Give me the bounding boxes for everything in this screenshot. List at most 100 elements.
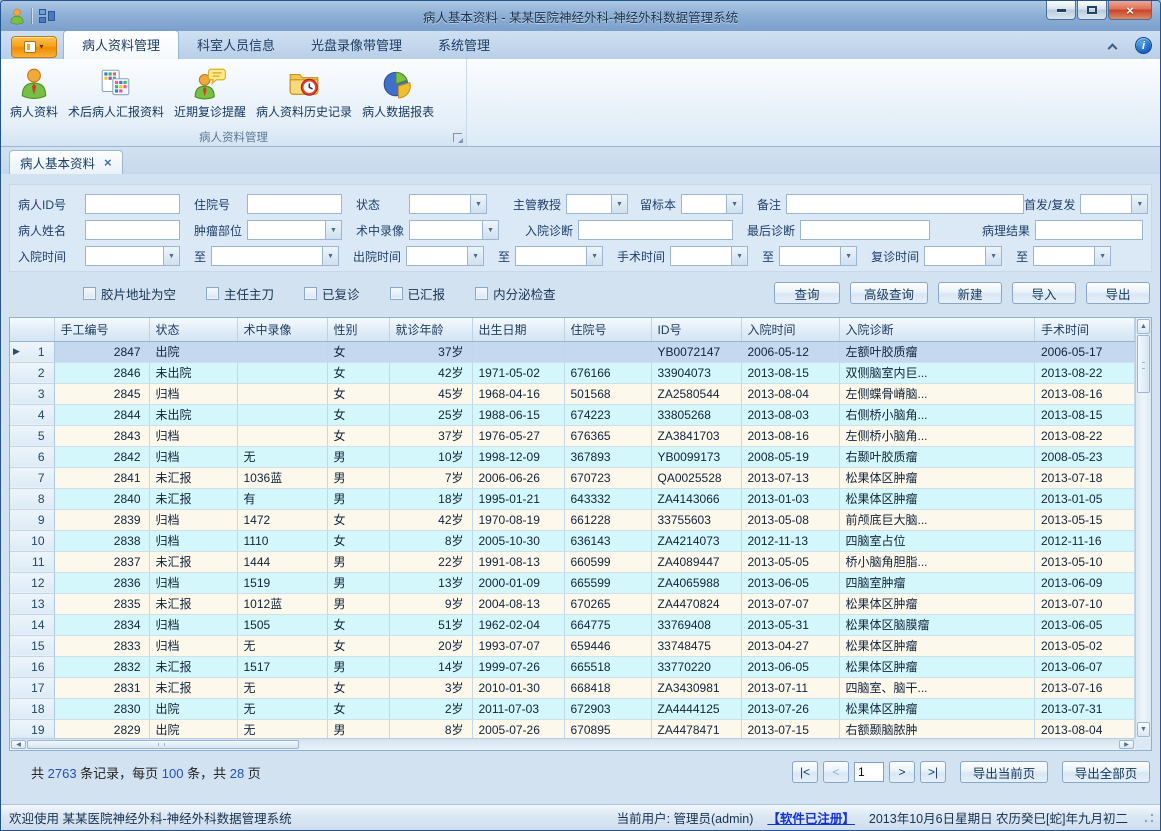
page-prev-button[interactable]: < <box>823 761 849 783</box>
form-input-2-1[interactable] <box>212 247 322 265</box>
ribbon-tab-1[interactable]: 科室人员信息 <box>179 31 293 59</box>
row-indicator[interactable]: 18 <box>10 698 54 719</box>
row-indicator[interactable]: 10 <box>10 530 54 551</box>
row-indicator[interactable]: 19 <box>10 719 54 740</box>
dropdown-arrow-icon[interactable]: ▼ <box>163 247 179 265</box>
ribbon-button-3[interactable]: 病人资料历史记录 <box>251 62 357 123</box>
scroll-up-icon[interactable]: ▲ <box>1137 319 1150 334</box>
form-input-1-0[interactable] <box>86 221 179 239</box>
row-indicator[interactable]: ▶1 <box>10 341 54 362</box>
dropdown-arrow-icon[interactable]: ▼ <box>985 247 1001 265</box>
grid-row-11[interactable]: 112837未汇报1444男22岁1991-08-13660599ZA40894… <box>10 551 1135 572</box>
dropdown-arrow-icon[interactable]: ▼ <box>325 221 341 239</box>
checkbox-icon[interactable] <box>390 287 403 300</box>
row-indicator[interactable]: 16 <box>10 656 54 677</box>
checkbox-icon[interactable] <box>304 287 317 300</box>
row-indicator[interactable]: 11 <box>10 551 54 572</box>
grid-col-header-8[interactable]: ID号 <box>651 318 741 341</box>
grid-row-18[interactable]: 182830出院无女2岁2011-07-03672903ZA4444125201… <box>10 698 1135 719</box>
layout-icon[interactable] <box>39 9 55 23</box>
dropdown-arrow-icon[interactable]: ▼ <box>1094 247 1110 265</box>
form-input-1-2[interactable] <box>410 221 482 239</box>
filter-checkbox-0[interactable]: 胶片地址为空 <box>83 284 176 303</box>
dropdown-arrow-icon[interactable]: ▼ <box>840 247 856 265</box>
collapse-ribbon-button[interactable] <box>1103 42 1121 49</box>
grid-row-16[interactable]: 162832未汇报1517男14岁1999-07-266655183377022… <box>10 656 1135 677</box>
minimize-button[interactable] <box>1046 1 1076 20</box>
grid-row-5[interactable]: 52843归档女37岁1976-05-27676365ZA38417032013… <box>10 425 1135 446</box>
grid-row-8[interactable]: 82840未汇报有男18岁1995-01-21643332ZA414306620… <box>10 488 1135 509</box>
grid-col-header-1[interactable]: 手工编号 <box>54 318 149 341</box>
dropdown-arrow-icon[interactable]: ▼ <box>470 195 486 213</box>
grid-row-15[interactable]: 152833归档无女20岁1993-07-0765944633748475201… <box>10 635 1135 656</box>
form-input-0-6[interactable] <box>1081 195 1131 213</box>
grid-col-header-7[interactable]: 住院号 <box>564 318 651 341</box>
vertical-scroll-thumb[interactable] <box>1137 335 1150 393</box>
form-input-2-2[interactable] <box>407 247 467 265</box>
horizontal-scroll-thumb[interactable] <box>27 740 299 749</box>
row-indicator[interactable]: 4 <box>10 404 54 425</box>
grid-row-6[interactable]: 62842归档无男10岁1998-12-09367893YB0099173200… <box>10 446 1135 467</box>
action-button-2[interactable]: 新建 <box>938 282 1002 304</box>
row-indicator[interactable]: 17 <box>10 677 54 698</box>
form-input-0-1[interactable] <box>248 195 341 213</box>
scroll-down-icon[interactable]: ▼ <box>1137 722 1150 737</box>
checkbox-icon[interactable] <box>475 287 488 300</box>
grid-col-header-6[interactable]: 出生日期 <box>472 318 564 341</box>
maximize-button[interactable] <box>1077 1 1107 20</box>
grid-row-1[interactable]: ▶12847出院女37岁YB00721472006-05-12左额叶胶质瘤200… <box>10 341 1135 362</box>
checkbox-icon[interactable] <box>206 287 219 300</box>
export-all-pages-button[interactable]: 导出全部页 <box>1062 761 1150 783</box>
filter-checkbox-4[interactable]: 内分泌检查 <box>475 284 556 303</box>
action-button-3[interactable]: 导入 <box>1012 282 1076 304</box>
grid-row-13[interactable]: 132835未汇报1012蓝男9岁2004-08-13670265ZA44708… <box>10 593 1135 614</box>
action-button-1[interactable]: 高级查询 <box>850 282 928 304</box>
checkbox-icon[interactable] <box>83 287 96 300</box>
grid-row-7[interactable]: 72841未汇报1036蓝男7岁2006-06-26670723QA002552… <box>10 467 1135 488</box>
form-input-1-5[interactable] <box>1036 221 1142 239</box>
page-number-input[interactable] <box>854 762 884 782</box>
scroll-right-icon[interactable]: ▶ <box>1119 740 1134 749</box>
dropdown-arrow-icon[interactable]: ▼ <box>467 247 483 265</box>
grid-col-header-5[interactable]: 就诊年龄 <box>389 318 472 341</box>
resize-grip[interactable] <box>1144 813 1154 823</box>
form-input-2-6[interactable] <box>925 247 985 265</box>
row-indicator[interactable]: 12 <box>10 572 54 593</box>
grid-row-10[interactable]: 102838归档1110女8岁2005-10-30636143ZA4214073… <box>10 530 1135 551</box>
dropdown-arrow-icon[interactable]: ▼ <box>611 195 627 213</box>
export-current-page-button[interactable]: 导出当前页 <box>960 761 1048 783</box>
grid-col-header-0[interactable] <box>10 318 54 341</box>
form-input-0-0[interactable] <box>86 195 179 213</box>
row-indicator[interactable]: 6 <box>10 446 54 467</box>
dropdown-arrow-icon[interactable]: ▼ <box>1131 195 1147 213</box>
row-indicator[interactable]: 9 <box>10 509 54 530</box>
form-input-1-1[interactable] <box>248 221 325 239</box>
page-first-button[interactable]: |< <box>792 761 818 783</box>
form-input-0-2[interactable] <box>410 195 470 213</box>
vertical-scroll-track[interactable] <box>1136 335 1151 721</box>
action-button-4[interactable]: 导出 <box>1086 282 1150 304</box>
ribbon-button-1[interactable]: 术后病人汇报资料 <box>63 62 169 123</box>
action-button-0[interactable]: 查询 <box>774 282 840 304</box>
form-input-2-3[interactable] <box>516 247 586 265</box>
grid-col-header-3[interactable]: 术中录像 <box>237 318 327 341</box>
vertical-scrollbar[interactable]: ▲ ▼ <box>1135 318 1151 738</box>
form-input-0-5[interactable] <box>787 195 1023 213</box>
grid-row-3[interactable]: 32845归档女45岁1968-04-16501568ZA25805442013… <box>10 383 1135 404</box>
row-indicator[interactable]: 5 <box>10 425 54 446</box>
dialog-launcher-icon[interactable] <box>453 133 462 142</box>
page-next-button[interactable]: > <box>889 761 915 783</box>
close-button[interactable]: × <box>1108 1 1152 20</box>
form-input-1-4[interactable] <box>801 221 929 239</box>
form-input-2-0[interactable] <box>86 247 163 265</box>
grid-col-header-9[interactable]: 入院时间 <box>741 318 839 341</box>
dropdown-arrow-icon[interactable]: ▼ <box>731 247 747 265</box>
dropdown-arrow-icon[interactable]: ▼ <box>726 195 742 213</box>
grid-row-9[interactable]: 92839归档1472女42岁1970-08-19661228337556032… <box>10 509 1135 530</box>
grid-row-12[interactable]: 122836归档1519男13岁2000-01-09665599ZA406598… <box>10 572 1135 593</box>
grid-row-4[interactable]: 42844未出院女25岁1988-06-15674223338052682013… <box>10 404 1135 425</box>
app-menu-button[interactable]: ▾ <box>11 36 57 58</box>
doc-tab[interactable]: 病人基本资料 × <box>9 150 123 174</box>
registered-link[interactable]: 【软件已注册】 <box>767 808 855 827</box>
row-indicator[interactable]: 8 <box>10 488 54 509</box>
